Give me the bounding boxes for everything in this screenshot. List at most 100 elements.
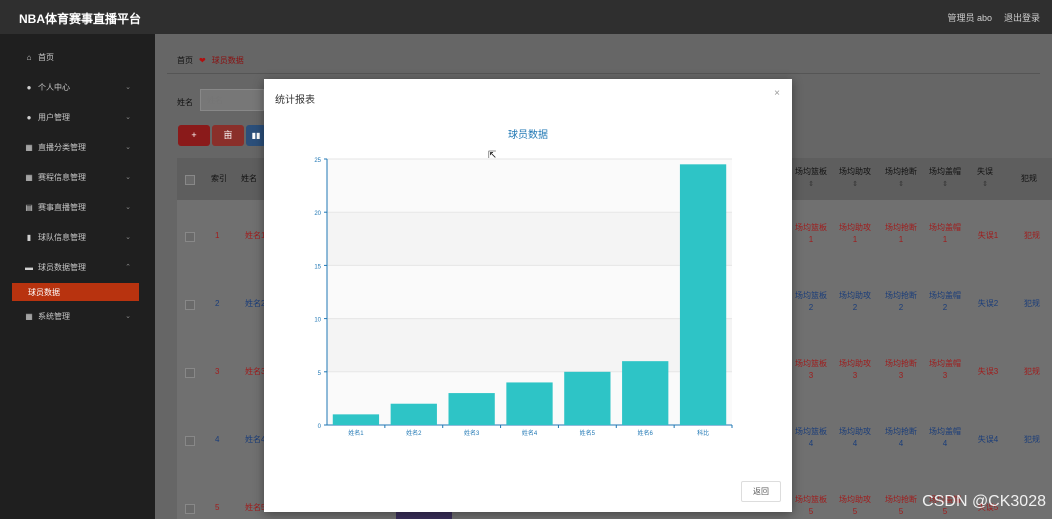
stats-button[interactable]: ▮▮ (246, 125, 266, 146)
x-tick-label: 姓名2 (406, 429, 422, 437)
box-icon: ▬ (25, 262, 33, 272)
row-steal: 场均抢断 4 (885, 427, 917, 448)
chevron-down-icon: ⌄ (125, 204, 131, 211)
chevron-down-icon: ⌄ (125, 234, 131, 241)
row-block: 场均盖帽 4 (929, 427, 961, 448)
stats-modal: 统计报表 × 球员数据 0 5 10 15 20 25 姓名1 姓名2 姓名3 姓名4 姓名5 姓名6… (264, 79, 792, 512)
sidebar-item-live-management[interactable]: ▤ 赛事直播管理 ⌄ (0, 192, 155, 222)
row-index: 2 (215, 299, 220, 308)
sidebar-item-system[interactable]: ▦ 系统管理 ⌄ (0, 301, 155, 331)
x-tick-label: 姓名6 (638, 429, 654, 437)
chevron-down-icon: ⌄ (125, 84, 131, 91)
y-tick-label: 5 (318, 371, 322, 377)
close-icon[interactable]: × (774, 88, 780, 99)
row-turnover: 失误3 (977, 367, 999, 376)
sidebar-item-player-data[interactable]: ▬ 球员数据管理 ⌃ (0, 252, 155, 282)
row-index: 1 (215, 231, 220, 240)
sidebar-item-live-category[interactable]: ▦ 直播分类管理 ⌄ (0, 132, 155, 162)
col-foul[interactable]: 犯规 (1017, 173, 1041, 185)
col-block[interactable]: 场均盖帽 ⇕ (927, 166, 963, 191)
mouse-cursor-icon: ⇱ (488, 150, 497, 161)
col-rebound[interactable]: 场均篮板 ⇕ (793, 166, 829, 191)
row-name: 姓名3 (245, 367, 266, 376)
row-steal: 场均抢断 3 (885, 359, 917, 380)
row-foul: 犯规 (1024, 299, 1040, 308)
breadcrumb-current: 球员数据 (211, 56, 244, 65)
grid-icon: ▦ (25, 311, 33, 321)
row-index: 5 (215, 503, 220, 512)
breadcrumb: 首页 ❤ 球员数据 (167, 46, 1040, 74)
col-index[interactable]: 索引 (211, 173, 227, 185)
users-icon: ● (26, 112, 32, 122)
sidebar-item-label: 系统管理 (38, 311, 70, 321)
sidebar-item-home[interactable]: ⌂ 首页 (0, 42, 155, 72)
row-steal: 场均抢断 2 (885, 291, 917, 312)
row-block: 场均盖帽 3 (929, 359, 961, 380)
row-checkbox[interactable] (185, 232, 195, 242)
select-all-checkbox[interactable] (185, 175, 195, 185)
row-foul: 犯规 (1024, 435, 1040, 444)
bar (332, 414, 380, 425)
watermark: CSDN @CK3028 (922, 493, 1046, 510)
row-block: 场均盖帽 2 (929, 291, 961, 312)
row-checkbox[interactable] (185, 504, 195, 514)
row-assist: 场均助攻 4 (839, 427, 871, 448)
sidebar-item-label: 赛事直播管理 (38, 202, 86, 212)
chart-title: 球员数据 (508, 130, 548, 141)
sidebar-item-label: 球队信息管理 (38, 232, 86, 242)
col-turnover[interactable]: 失误 ⇕ (973, 166, 997, 191)
home-icon: ⌂ (26, 52, 32, 62)
row-assist: 场均助攻 2 (839, 291, 871, 312)
chevron-up-icon: ⌃ (125, 264, 131, 271)
breadcrumb-home[interactable]: 首页 (177, 55, 193, 66)
row-block: 场均盖帽 1 (929, 223, 961, 244)
col-steal[interactable]: 场均抢断 ⇕ (883, 166, 919, 191)
sidebar-item-user-management[interactable]: ● 用户管理 ⌄ (0, 102, 155, 132)
col-assist[interactable]: 场均助攻 ⇕ (837, 166, 873, 191)
x-tick-label: 科比 (697, 429, 709, 437)
row-checkbox[interactable] (185, 300, 195, 310)
row-steal: 场均抢断 1 (885, 223, 917, 244)
row-turnover: 失误1 (977, 231, 999, 240)
y-tick-label: 0 (318, 424, 322, 430)
sidebar-item-label: 首页 (38, 52, 54, 62)
row-rebound: 场均篮板 4 (795, 427, 827, 448)
grid-band (327, 159, 732, 213)
sidebar-item-team[interactable]: ▮ 球队信息管理 ⌄ (0, 222, 155, 252)
row-name: 姓名4 (245, 435, 266, 444)
bar-chart-icon: ▮▮ (251, 131, 261, 140)
bar (622, 361, 669, 425)
grid-band (327, 265, 732, 319)
row-assist: 场均助攻 5 (839, 495, 871, 516)
row-rebound: 场均篮板 1 (795, 223, 827, 244)
y-tick-label: 15 (314, 264, 321, 270)
search-input[interactable] (200, 89, 264, 111)
row-name: 姓名1 (245, 231, 266, 240)
sidebar-item-schedule[interactable]: ▦ 赛程信息管理 ⌄ (0, 162, 155, 192)
row-foul: 犯规 (1024, 231, 1040, 240)
heart-icon: ❤ (199, 56, 206, 65)
row-rebound: 场均篮板 3 (795, 359, 827, 380)
sidebar-item-personal-center[interactable]: ● 个人中心 ⌄ (0, 72, 155, 102)
sidebar-item-label: 用户管理 (38, 112, 70, 122)
bar-chart: 0 5 10 15 20 25 姓名1 姓名2 姓名3 姓名4 姓名5 姓名6 科比 (314, 158, 733, 437)
sidebar-subitem-player-data[interactable]: 球员数据 (12, 283, 139, 301)
col-name[interactable]: 姓名 (241, 173, 257, 185)
user-icon: ● (26, 82, 32, 92)
sidebar-item-label: 个人中心 (38, 82, 70, 92)
row-checkbox[interactable] (185, 368, 195, 378)
current-user[interactable]: 管理员 abo (947, 11, 992, 24)
sidebar-item-label: 直播分类管理 (38, 142, 86, 152)
row-index: 4 (215, 435, 220, 444)
logout-link[interactable]: 退出登录 (1004, 11, 1040, 24)
bar (679, 164, 727, 425)
row-foul: 犯规 (1024, 367, 1040, 376)
return-button[interactable]: 返回 (741, 481, 781, 502)
bar (564, 371, 611, 425)
grid-icon: ▦ (25, 142, 33, 152)
add-button[interactable]: + (178, 125, 210, 146)
row-checkbox[interactable] (185, 436, 195, 446)
row-index: 3 (215, 367, 220, 376)
grid-band (327, 318, 732, 372)
delete-button[interactable]: 亩 (212, 125, 244, 146)
